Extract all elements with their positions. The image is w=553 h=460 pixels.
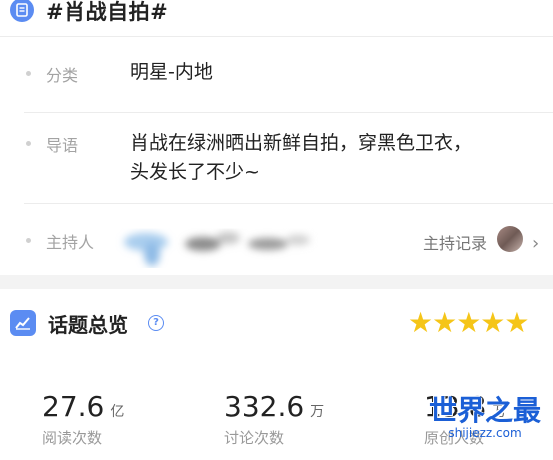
- help-icon[interactable]: ?: [148, 315, 164, 331]
- blurred-host-names: [124, 232, 310, 266]
- watermark-url: shijiezz.com: [448, 426, 522, 440]
- topic-header: #肖战自拍#: [0, 0, 553, 36]
- bullet-dot: [26, 71, 31, 76]
- chevron-right-icon[interactable]: ›: [532, 233, 539, 254]
- guide-value-line2: 头发长了不少~: [130, 161, 260, 183]
- divider: [24, 112, 553, 113]
- stat-discussions: 332.6 万 讨论次数: [224, 390, 324, 448]
- category-row: 分类 明星-内地: [0, 58, 553, 98]
- trend-chart-icon: [10, 310, 36, 336]
- guide-row: 导语 肖战在绿洲晒出新鲜自拍，穿黑色卫衣， 头发长了不少~: [0, 128, 553, 198]
- guide-value-line1: 肖战在绿洲晒出新鲜自拍，穿黑色卫衣，: [130, 132, 473, 154]
- divider: [0, 36, 553, 37]
- divider: [24, 203, 553, 204]
- stat-caption: 讨论次数: [224, 429, 285, 447]
- topic-title: #肖战自拍#: [46, 0, 169, 24]
- site-watermark: 世界之最 shijiezz.com: [420, 394, 550, 441]
- document-icon: [10, 0, 34, 22]
- category-label: 分类: [46, 66, 79, 85]
- stat-number: 27.6: [42, 390, 105, 423]
- stat-caption: 阅读次数: [42, 429, 103, 447]
- overview-title: 话题总览: [48, 313, 128, 337]
- stat-unit: 万: [310, 404, 325, 420]
- host-avatar[interactable]: [497, 226, 523, 252]
- guide-label: 导语: [46, 136, 79, 155]
- stat-reads: 27.6 亿 阅读次数: [42, 390, 124, 448]
- host-record-link[interactable]: 主持记录: [423, 230, 487, 254]
- section-separator: [0, 275, 553, 289]
- category-value: 明星-内地: [130, 61, 213, 83]
- stat-unit: 亿: [110, 404, 125, 420]
- bullet-dot: [26, 141, 31, 146]
- stat-number: 332.6: [224, 390, 305, 423]
- bullet-dot: [26, 238, 31, 243]
- rating-stars: ★★★★★: [408, 306, 530, 339]
- host-label: 主持人: [46, 233, 95, 252]
- watermark-title: 世界之最: [428, 394, 541, 427]
